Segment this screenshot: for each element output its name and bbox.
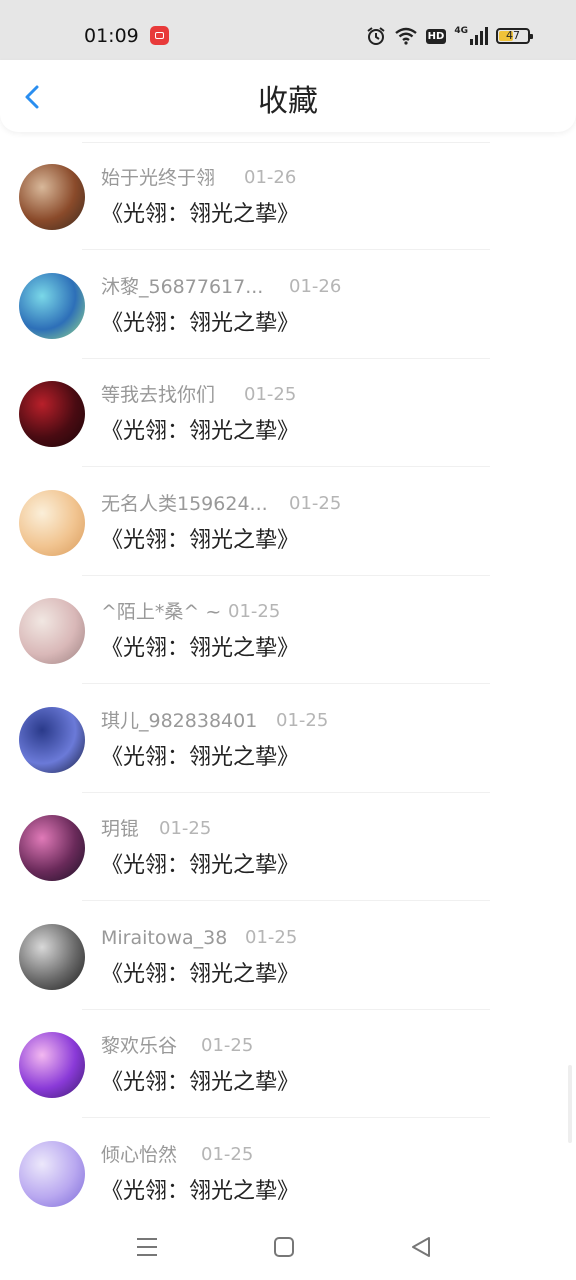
user-name[interactable]: 无名人类159624...: [101, 492, 268, 516]
list-item[interactable]: ^陌上*桑^ ~ 01-25 《光翎：翎光之挚》: [0, 576, 576, 684]
hd-badge: HD: [425, 28, 447, 44]
avatar[interactable]: [19, 598, 85, 664]
scrollbar[interactable]: [568, 1065, 572, 1143]
avatar[interactable]: [19, 272, 85, 339]
avatar[interactable]: [19, 381, 85, 447]
user-name[interactable]: 黎欢乐谷: [101, 1034, 177, 1058]
list-item[interactable]: 倾心怡然 01-25 《光翎：翎光之挚》: [0, 1119, 576, 1223]
post-title[interactable]: 《光翎：翎光之挚》: [101, 960, 299, 990]
signal-indicator: 4G: [454, 27, 488, 45]
user-name[interactable]: 等我去找你们: [101, 383, 215, 407]
avatar[interactable]: [19, 1140, 85, 1207]
post-title[interactable]: 《光翎：翎光之挚》: [101, 526, 299, 556]
alarm-icon: [367, 27, 385, 45]
post-title[interactable]: 《光翎：翎光之挚》: [101, 851, 299, 881]
post-title[interactable]: 《光翎：翎光之挚》: [101, 200, 299, 230]
user-name[interactable]: 倾心怡然: [101, 1143, 177, 1167]
favorites-list[interactable]: 始于光终于翎 01-26 《光翎：翎光之挚》 沐黎_56877617... 01-26 《…: [0, 142, 576, 1222]
user-name[interactable]: 沐黎_56877617...: [101, 275, 263, 299]
notification-app-icon: [150, 26, 169, 45]
post-title[interactable]: 《光翎：翎光之挚》: [101, 309, 299, 339]
avatar[interactable]: [19, 1032, 85, 1098]
network-type: 4G: [454, 26, 468, 36]
post-title[interactable]: 《光翎：翎光之挚》: [101, 417, 299, 447]
list-item[interactable]: 沐黎_56877617... 01-26 《光翎：翎光之挚》: [0, 251, 576, 359]
list-item[interactable]: 无名人类159624... 01-25 《光翎：翎光之挚》: [0, 468, 576, 576]
post-date: 01-25: [244, 384, 297, 405]
system-nav-bar: [0, 1222, 576, 1280]
post-title[interactable]: 《光翎：翎光之挚》: [101, 1068, 299, 1098]
user-name[interactable]: 始于光终于翎: [101, 166, 215, 190]
post-date: 01-26: [244, 167, 297, 188]
post-title[interactable]: 《光翎：翎光之挚》: [101, 743, 299, 773]
post-date: 01-25: [245, 926, 298, 948]
wifi-icon: [394, 27, 417, 45]
avatar[interactable]: [19, 164, 85, 230]
list-item[interactable]: 始于光终于翎 01-26 《光翎：翎光之挚》: [0, 142, 576, 250]
avatar[interactable]: [19, 489, 85, 556]
post-date: 01-26: [289, 275, 342, 297]
post-date: 01-25: [201, 1035, 254, 1056]
user-name[interactable]: 琪儿_982838401: [101, 709, 257, 733]
battery-icon: 47: [496, 28, 533, 44]
home-icon[interactable]: [269, 1232, 299, 1262]
avatar[interactable]: [19, 706, 85, 773]
status-bar: 01:09 HD 4G 47: [0, 0, 576, 60]
post-title[interactable]: 《光翎：翎光之挚》: [101, 1177, 299, 1207]
avatar[interactable]: [19, 815, 85, 881]
post-date: 01-25: [276, 709, 329, 731]
status-icons: HD 4G 47: [366, 24, 533, 48]
list-item[interactable]: 等我去找你们 01-25 《光翎：翎光之挚》: [0, 359, 576, 467]
list-item[interactable]: 玥锟 01-25 《光翎：翎光之挚》: [0, 793, 576, 901]
user-name[interactable]: Miraitowa_38: [101, 926, 227, 950]
user-name[interactable]: 玥锟: [101, 817, 139, 841]
list-item[interactable]: 黎欢乐谷 01-25 《光翎：翎光之挚》: [0, 1010, 576, 1118]
status-time: 01:09: [84, 25, 139, 47]
avatar[interactable]: [19, 923, 85, 990]
list-item[interactable]: 琪儿_982838401 01-25 《光翎：翎光之挚》: [0, 685, 576, 793]
post-date: 01-25: [228, 601, 281, 622]
post-title[interactable]: 《光翎：翎光之挚》: [101, 634, 299, 664]
page-title: 收藏: [258, 84, 318, 119]
user-name[interactable]: ^陌上*桑^ ~: [101, 600, 221, 624]
list-item[interactable]: Miraitowa_38 01-25 《光翎：翎光之挚》: [0, 902, 576, 1010]
post-date: 01-25: [201, 1143, 254, 1165]
menu-icon[interactable]: [132, 1232, 162, 1262]
post-date: 01-25: [289, 492, 342, 514]
app-header: 收藏: [0, 60, 576, 132]
battery-level: 47: [506, 29, 520, 42]
back-nav-icon[interactable]: [406, 1232, 436, 1262]
post-date: 01-25: [159, 818, 212, 839]
